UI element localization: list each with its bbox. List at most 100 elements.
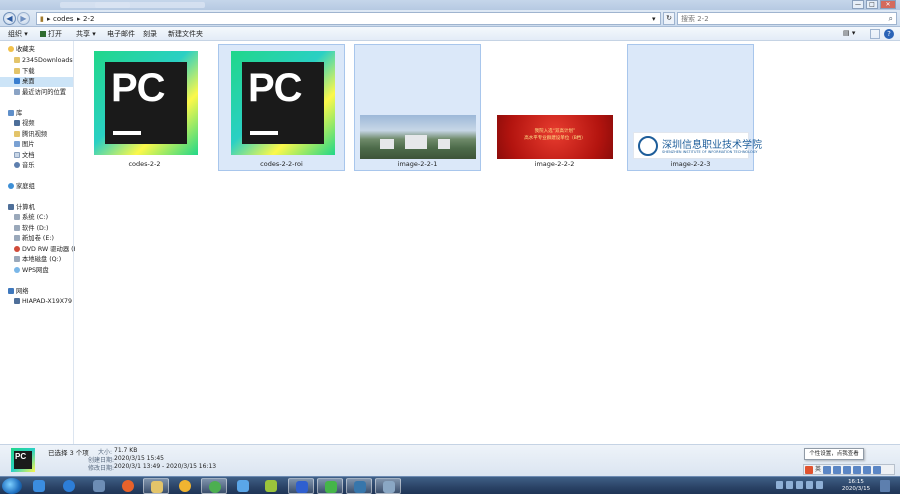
download-folder-icon [14, 68, 20, 74]
pycharm-logo-text: PC [14, 451, 32, 469]
minimize-button[interactable]: — [852, 0, 864, 9]
file-item[interactable]: PC codes-2-2 [81, 44, 208, 171]
taskbar: 16:15 2020/3/15 [0, 476, 900, 494]
tooltip: 个性设置，点我查看 [804, 448, 864, 460]
sidebar-item-recent-places[interactable]: 最近访问的位置 [14, 88, 66, 98]
file-item[interactable]: 深圳信息职业技术学院 SHENZHEN INSTITUTE OF INFORMA… [627, 44, 762, 171]
sidebar-item-computer[interactable]: 计算机 [8, 203, 35, 213]
taskbar-app[interactable] [115, 478, 141, 494]
folder-icon [14, 57, 20, 63]
preview-pane-button[interactable] [870, 29, 880, 39]
clock-time: 16:15 [848, 479, 864, 485]
sidebar-item-dvd-drive[interactable]: DVD RW 驱动器 (F: [14, 245, 79, 255]
sidebar-item-music[interactable]: 音乐 [14, 161, 35, 171]
start-button[interactable] [2, 478, 22, 494]
view-menu[interactable]: ▤ ▾ [843, 29, 855, 37]
sidebar-item-videos[interactable]: 视频 [14, 119, 35, 129]
sidebar-item-network[interactable]: 网络 [8, 287, 29, 297]
dvd-icon [14, 246, 20, 252]
new-folder-button[interactable]: 新建文件夹 [168, 29, 203, 39]
sidebar-item-wps-cloud[interactable]: WPS网盘 [14, 266, 49, 276]
tray-expand-icon[interactable] [776, 481, 783, 489]
chevron-down-icon[interactable]: ▾ [652, 15, 656, 23]
microphone-icon[interactable] [843, 466, 852, 474]
file-item[interactable]: image-2-2-1 [354, 44, 481, 171]
file-item[interactable]: PC codes-2-2-roi [218, 44, 345, 171]
navigation-pane: 收藏夹 2345Downloads 下载 桌面 最近访问的位置 库 视频 腾讯视… [0, 41, 79, 444]
taskbar-app[interactable] [288, 478, 314, 494]
share-menu[interactable]: 共享 ▾ [76, 29, 96, 39]
sidebar-label: 文档 [22, 152, 35, 159]
taskbar-app[interactable] [230, 478, 256, 494]
help-button[interactable]: ? [884, 29, 894, 39]
tray-icon[interactable] [796, 481, 803, 489]
taskbar-app[interactable] [172, 478, 198, 494]
keyboard-icon[interactable] [853, 466, 862, 474]
breadcrumb[interactable]: ▮ ▸ codes ▸ 2-2 ▾ [36, 12, 661, 25]
sidebar-item-drive-e[interactable]: 新加卷 (E:) [14, 234, 54, 244]
taskbar-app[interactable] [317, 478, 343, 494]
maximize-button[interactable]: □ [866, 0, 878, 9]
email-button[interactable]: 电子邮件 [107, 29, 135, 39]
wechat-icon [325, 481, 337, 493]
search-icon[interactable]: ⌕ [889, 14, 893, 24]
breadcrumb-item[interactable]: codes [53, 15, 74, 23]
open-button[interactable]: 打开 [40, 29, 62, 39]
star-icon [8, 46, 14, 52]
sidebar-item-downloads[interactable]: 下载 [14, 67, 35, 77]
tray-icon[interactable] [786, 481, 793, 489]
sidebar-label: 计算机 [16, 204, 35, 211]
network-icon[interactable] [806, 481, 813, 489]
search-input[interactable] [678, 13, 878, 24]
sidebar-label: 2345Downloads [22, 57, 73, 64]
taskbar-app-explorer[interactable] [143, 478, 169, 494]
chevron-right-icon: ▸ [47, 15, 51, 23]
sidebar-item-desktop[interactable]: 桌面 [0, 77, 73, 87]
toolbox-icon[interactable] [873, 466, 882, 474]
file-item[interactable]: 我院入选“双高计划” 高水平专业群建设单位（B档） image-2-2-2 [491, 44, 618, 171]
drive-icon [14, 214, 20, 220]
taskbar-app[interactable] [56, 478, 82, 494]
sidebar-label: 软件 (D:) [22, 225, 49, 232]
address-bar: ◀ ▶ ▮ ▸ codes ▸ 2-2 ▾ ↻ ⌕ [0, 10, 900, 27]
forward-button[interactable]: ▶ [17, 12, 30, 25]
sidebar-item-libraries[interactable]: 库 [8, 109, 22, 119]
sidebar-item-network-pc[interactable]: HIAPAD-X19X79 [14, 297, 72, 307]
ie-icon [63, 480, 75, 492]
emoji-icon[interactable] [833, 466, 842, 474]
sogou-icon[interactable] [805, 466, 813, 474]
volume-icon[interactable] [816, 481, 823, 489]
sidebar-item-pictures[interactable]: 图片 [14, 140, 35, 150]
sidebar-item-documents[interactable]: 文档 [14, 151, 35, 161]
action-center-icon[interactable] [880, 480, 890, 492]
sidebar-item-2345downloads[interactable]: 2345Downloads [14, 56, 73, 66]
wps-icon [296, 481, 308, 493]
taskbar-app[interactable] [258, 478, 284, 494]
back-button[interactable]: ◀ [3, 12, 16, 25]
taskbar-app[interactable] [201, 478, 227, 494]
sidebar-item-homegroup[interactable]: 家庭组 [8, 182, 35, 192]
organize-menu[interactable]: 组织 ▾ [8, 29, 28, 39]
ime-language[interactable]: 英 [815, 466, 821, 474]
refresh-button[interactable]: ↻ [663, 12, 675, 25]
taskbar-app[interactable] [346, 478, 372, 494]
sidebar-item-tencent-video[interactable]: 腾讯视频 [14, 130, 47, 140]
clock[interactable]: 16:15 2020/3/15 [838, 479, 874, 493]
file-name: image-2-2-2 [534, 160, 575, 168]
skin-icon[interactable] [863, 466, 872, 474]
sidebar-label: 视频 [22, 120, 35, 127]
taskbar-app[interactable] [26, 478, 52, 494]
file-list: PC codes-2-2 PC codes-2-2-roi image-2-2-… [75, 41, 900, 444]
sidebar-item-drive-q[interactable]: 本地磁盘 (Q:) [14, 255, 61, 265]
sidebar-label: HIAPAD-X19X79 [22, 298, 73, 305]
sidebar-item-drive-c[interactable]: 系统 (C:) [14, 213, 48, 223]
sidebar-label: DVD RW 驱动器 (F: [22, 246, 79, 253]
sidebar-item-favorites[interactable]: 收藏夹 [8, 45, 35, 55]
punctuation-icon[interactable] [823, 466, 832, 474]
close-button[interactable]: ✕ [880, 0, 896, 9]
sidebar-item-drive-d[interactable]: 软件 (D:) [14, 224, 48, 234]
taskbar-app[interactable] [86, 478, 112, 494]
breadcrumb-item[interactable]: 2-2 [83, 15, 94, 23]
taskbar-app[interactable] [375, 478, 401, 494]
burn-button[interactable]: 刻录 [143, 29, 157, 39]
